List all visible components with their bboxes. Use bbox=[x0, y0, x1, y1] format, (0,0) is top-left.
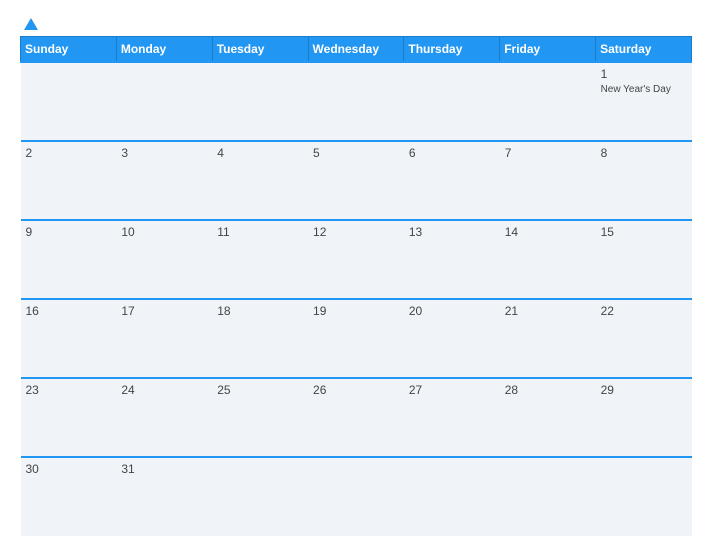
day-number: 26 bbox=[313, 383, 399, 397]
weekday-header-sunday: Sunday bbox=[21, 37, 117, 63]
calendar-cell bbox=[500, 62, 596, 141]
calendar-cell bbox=[500, 457, 596, 536]
logo bbox=[20, 18, 38, 30]
calendar-cell: 5 bbox=[308, 141, 404, 220]
day-number: 3 bbox=[121, 146, 207, 160]
day-number: 18 bbox=[217, 304, 303, 318]
calendar-cell: 10 bbox=[116, 220, 212, 299]
calendar-cell: 11 bbox=[212, 220, 308, 299]
calendar-cell: 14 bbox=[500, 220, 596, 299]
calendar-week-row: 1 New Year's Day bbox=[21, 62, 692, 141]
calendar-cell: 31 bbox=[116, 457, 212, 536]
calendar-cell: 1 New Year's Day bbox=[596, 62, 692, 141]
weekday-header-saturday: Saturday bbox=[596, 37, 692, 63]
weekday-header-monday: Monday bbox=[116, 37, 212, 63]
day-number: 10 bbox=[121, 225, 207, 239]
day-number: 27 bbox=[409, 383, 495, 397]
day-number: 22 bbox=[601, 304, 687, 318]
weekday-header-row: SundayMondayTuesdayWednesdayThursdayFrid… bbox=[21, 37, 692, 63]
weekday-header-wednesday: Wednesday bbox=[308, 37, 404, 63]
calendar-cell bbox=[21, 62, 117, 141]
calendar-cell: 8 bbox=[596, 141, 692, 220]
calendar-cell: 19 bbox=[308, 299, 404, 378]
day-number: 31 bbox=[121, 462, 207, 476]
day-number: 30 bbox=[26, 462, 112, 476]
calendar-cell: 22 bbox=[596, 299, 692, 378]
day-number: 17 bbox=[121, 304, 207, 318]
calendar-cell bbox=[212, 62, 308, 141]
day-number: 14 bbox=[505, 225, 591, 239]
calendar-cell: 9 bbox=[21, 220, 117, 299]
calendar-cell: 28 bbox=[500, 378, 596, 457]
calendar-cell: 3 bbox=[116, 141, 212, 220]
day-number: 19 bbox=[313, 304, 399, 318]
calendar-cell bbox=[116, 62, 212, 141]
calendar-cell: 27 bbox=[404, 378, 500, 457]
calendar-cell: 30 bbox=[21, 457, 117, 536]
day-number: 7 bbox=[505, 146, 591, 160]
day-number: 21 bbox=[505, 304, 591, 318]
day-number: 12 bbox=[313, 225, 399, 239]
calendar-cell: 29 bbox=[596, 378, 692, 457]
calendar-cell: 15 bbox=[596, 220, 692, 299]
calendar-week-row: 30 31 bbox=[21, 457, 692, 536]
calendar-header bbox=[20, 18, 692, 30]
calendar-cell: 25 bbox=[212, 378, 308, 457]
day-number: 2 bbox=[26, 146, 112, 160]
calendar-cell bbox=[404, 457, 500, 536]
calendar-cell: 12 bbox=[308, 220, 404, 299]
day-number: 24 bbox=[121, 383, 207, 397]
day-number: 15 bbox=[601, 225, 687, 239]
calendar-week-row: 9 10 11 12 13 14 15 bbox=[21, 220, 692, 299]
logo-blue-text bbox=[20, 18, 38, 30]
calendar-cell: 20 bbox=[404, 299, 500, 378]
weekday-header-friday: Friday bbox=[500, 37, 596, 63]
day-number: 29 bbox=[601, 383, 687, 397]
calendar-cell bbox=[404, 62, 500, 141]
calendar-cell: 2 bbox=[21, 141, 117, 220]
calendar-cell: 6 bbox=[404, 141, 500, 220]
calendar-cell: 13 bbox=[404, 220, 500, 299]
calendar-cell: 7 bbox=[500, 141, 596, 220]
calendar-cell: 18 bbox=[212, 299, 308, 378]
calendar-cell: 4 bbox=[212, 141, 308, 220]
day-number: 6 bbox=[409, 146, 495, 160]
calendar-cell: 16 bbox=[21, 299, 117, 378]
logo-triangle-icon bbox=[24, 18, 38, 30]
calendar-cell bbox=[596, 457, 692, 536]
holiday-name: New Year's Day bbox=[601, 83, 687, 96]
calendar-week-row: 23 24 25 26 27 28 29 bbox=[21, 378, 692, 457]
calendar-week-row: 16 17 18 19 20 21 22 bbox=[21, 299, 692, 378]
calendar-cell: 24 bbox=[116, 378, 212, 457]
calendar-cell: 21 bbox=[500, 299, 596, 378]
day-number: 20 bbox=[409, 304, 495, 318]
day-number: 5 bbox=[313, 146, 399, 160]
calendar-page: SundayMondayTuesdayWednesdayThursdayFrid… bbox=[0, 0, 712, 550]
country-label bbox=[612, 18, 692, 28]
day-number: 16 bbox=[26, 304, 112, 318]
day-number: 25 bbox=[217, 383, 303, 397]
day-number: 23 bbox=[26, 383, 112, 397]
day-number: 8 bbox=[601, 146, 687, 160]
weekday-header-tuesday: Tuesday bbox=[212, 37, 308, 63]
calendar-cell bbox=[308, 62, 404, 141]
calendar-cell bbox=[308, 457, 404, 536]
day-number: 1 bbox=[601, 67, 687, 81]
day-number: 4 bbox=[217, 146, 303, 160]
calendar-cell: 23 bbox=[21, 378, 117, 457]
calendar-cell: 17 bbox=[116, 299, 212, 378]
calendar-cell bbox=[212, 457, 308, 536]
day-number: 28 bbox=[505, 383, 591, 397]
calendar-table: SundayMondayTuesdayWednesdayThursdayFrid… bbox=[20, 36, 692, 536]
day-number: 9 bbox=[26, 225, 112, 239]
day-number: 11 bbox=[217, 225, 303, 239]
calendar-week-row: 2345678 bbox=[21, 141, 692, 220]
weekday-header-thursday: Thursday bbox=[404, 37, 500, 63]
day-number: 13 bbox=[409, 225, 495, 239]
calendar-cell: 26 bbox=[308, 378, 404, 457]
